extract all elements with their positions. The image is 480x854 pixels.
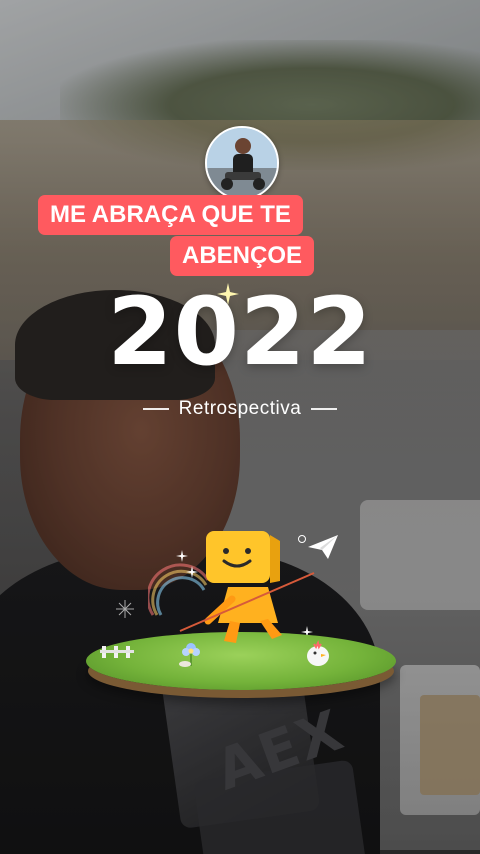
avatar[interactable]: [205, 126, 279, 200]
yellow-cube-mascot: [179, 531, 315, 643]
flare-icon: [116, 600, 134, 618]
profile-photo-icon: [207, 128, 277, 198]
sparkle-icon: [217, 283, 239, 305]
caption-line-1: ME ABRAÇA QUE TE: [38, 195, 303, 235]
subtitle-right-rule: [311, 408, 338, 410]
caption-line-2: ABENÇOE: [170, 236, 315, 276]
fence-icon: [100, 646, 134, 658]
subtitle: Retrospectiva: [178, 398, 302, 419]
chick-icon: [307, 640, 329, 666]
paper-plane-icon: [308, 535, 338, 559]
retrospective-story: AEX ME ABRAÇA QUE TE ABENÇOE 2022 Retros…: [0, 0, 480, 854]
year-title: 2022: [107, 278, 373, 387]
subtitle-left-rule: [142, 408, 169, 410]
subtitle-row: Retrospectiva: [0, 396, 480, 422]
